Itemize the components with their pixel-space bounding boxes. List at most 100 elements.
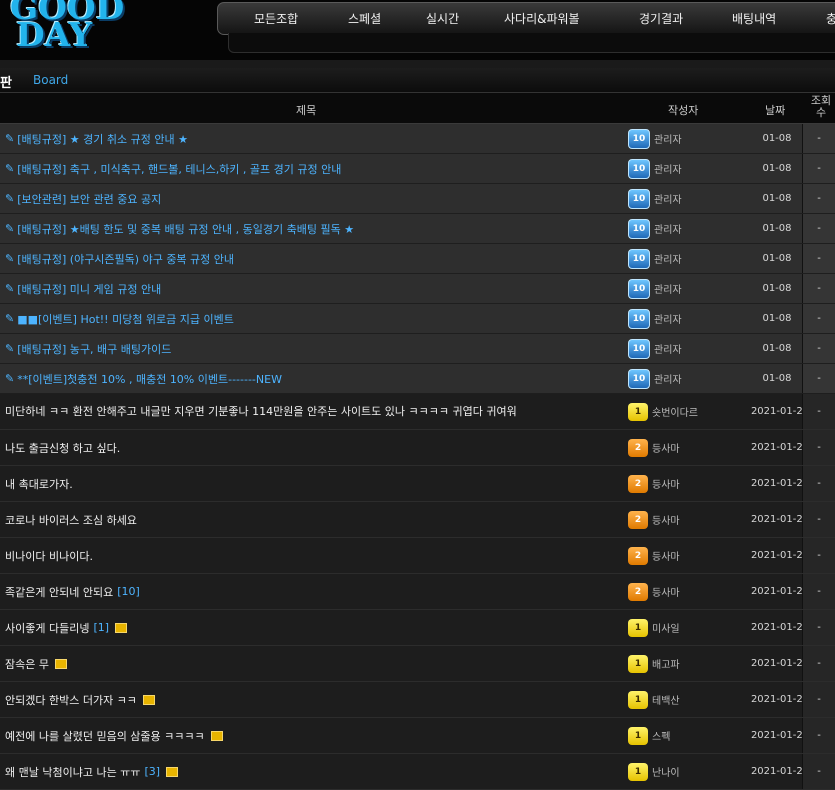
post-title-link[interactable]: ✎ [보안관련] 보안 관련 중요 공지 [5,184,615,213]
post-title-link[interactable]: ✎ [배팅규정] 축구 , 미식축구, 핸드볼, 테니스,하키 , 골프 경기 규… [5,154,615,183]
post-title-link[interactable]: 족같은게 안되네 안되요 [10] [5,574,615,609]
post-author[interactable]: 2 등사마 [628,502,680,537]
post-author[interactable]: 10 관리자 [628,184,682,213]
post-views: - [803,124,835,153]
post-author[interactable]: 1 숏번이다르 [628,394,698,429]
post-author[interactable]: 10 관리자 [628,214,682,243]
post-title-link[interactable]: 내 촉대로가자. [5,466,615,501]
site-logo[interactable]: GOOD DAY [10,0,138,51]
pencil-icon: ✎ [5,162,15,175]
post-title: [보안관련] 보안 관련 중요 공지 [17,192,162,206]
post-title-link[interactable]: 잠속은 무 [5,646,615,681]
post-author[interactable]: 10 관리자 [628,304,682,333]
post-views: - [803,304,835,333]
nav-item-charge[interactable]: 충 [826,10,835,27]
post-row: 코로나 바이러스 조심 하세요 2 등사마 2021-01-23- [0,502,835,538]
post-row: 미단하네 ㅋㅋ 환전 안해주고 내글만 지우면 기분좋나 114만원을 안주는 … [0,394,835,430]
nav-item-bet-history[interactable]: 배팅내역 [732,10,776,27]
post-views: - [803,682,835,717]
col-views: 조회 수 [810,94,832,119]
level-badge-icon: 2 [628,510,648,529]
post-title: **[이벤트]첫충전 10% , 매충전 10% 이벤트-------NEW [17,372,282,386]
board-list: ✎ [배팅규정] ★ 경기 취소 규정 안내 ★ 10 관리자 01-08- ✎ [배팅규정… [0,124,835,790]
post-row: 나도 출금신청 하고 싶다. 2 등사마 2021-01-23- [0,430,835,466]
post-date: 01-08 [762,253,792,264]
nav-item-ladder-powerball[interactable]: 사다리&파워볼 [504,10,580,27]
header-divider [0,60,835,68]
author-name: 등사마 [652,480,680,491]
post-title-link[interactable]: 비나이다 비나이다. [5,538,615,573]
post-author[interactable]: 1 배고파 [628,646,680,681]
level-badge-icon: 10 [628,128,650,149]
post-title-link[interactable]: 미단하네 ㅋㅋ 환전 안해주고 내글만 지우면 기분좋나 114만원을 안주는 … [5,394,615,429]
post-author[interactable]: 2 등사마 [628,538,680,573]
post-title-link[interactable]: ✎ ■■[이벤트] Hot!! 미당첨 위로금 지급 이벤트 [5,304,615,333]
post-author[interactable]: 10 관리자 [628,334,682,363]
post-views: - [803,184,835,213]
post-date: 01-08 [762,163,792,174]
post-date: 01-08 [762,313,792,324]
post-views: - [803,364,835,393]
nav-item-results[interactable]: 경기결과 [639,10,683,27]
post-date: 01-08 [762,283,792,294]
author-name: 등사마 [652,444,680,455]
author-name: 관리자 [654,255,682,266]
post-author[interactable]: 10 관리자 [628,124,682,153]
post-author[interactable]: 1 스펙 [628,718,670,753]
nav-item-all-combo[interactable]: 모든조합 [254,10,298,27]
post-title-link[interactable]: ✎ [배팅규정] ★배팅 한도 및 중복 배팅 규정 안내 , 동일경기 축배팅 … [5,214,615,243]
level-badge-icon: 10 [628,278,650,299]
author-name: 숏번이다르 [652,408,698,419]
nav-item-live[interactable]: 실시간 [426,10,459,27]
notice-row: ✎ [배팅규정] 미니 게임 규정 안내 10 관리자 01-08- [0,274,835,304]
post-row: 안되겠다 한박스 더가자 ㅋㅋ 1 테백산 2021-01-23- [0,682,835,718]
post-views: - [803,718,835,753]
post-author[interactable]: 10 관리자 [628,244,682,273]
author-name: 스펙 [652,732,671,743]
post-title-link[interactable]: ✎ [배팅규정] 농구, 배구 배팅가이드 [5,334,615,363]
post-title-link[interactable]: ✎ [배팅규정] ★ 경기 취소 규정 안내 ★ [5,124,615,153]
post-title-link[interactable]: ✎ [배팅규정] 미니 게임 규정 안내 [5,274,615,303]
pencil-icon: ✎ [5,222,15,235]
level-badge-icon: 1 [628,690,648,709]
author-name: 관리자 [654,165,682,176]
post-date: 2021-01-23 [750,514,810,525]
post-title-link[interactable]: ✎ [배팅규정] (야구시즌필독) 야구 중복 규정 안내 [5,244,615,273]
post-author[interactable]: 10 관리자 [628,364,682,393]
new-post-icon [142,694,155,705]
post-date: 01-08 [762,343,792,354]
post-author[interactable]: 2 등사마 [628,466,680,501]
col-author: 작성자 [668,104,699,117]
post-author[interactable]: 1 테백산 [628,682,680,717]
post-title-link[interactable]: 코로나 바이러스 조심 하세요 [5,502,615,537]
post-title-link[interactable]: 사이좋게 다들리넹 [1] [5,610,615,645]
nav-item-special[interactable]: 스페셜 [348,10,381,27]
post-date: 01-08 [762,223,792,234]
col-title: 제목 [296,104,317,117]
post-title-link[interactable]: ✎ **[이벤트]첫충전 10% , 매충전 10% 이벤트-------NEW [5,364,615,393]
breadcrumb-board[interactable]: Board [33,73,68,87]
post-title-link[interactable]: 안되겠다 한박스 더가자 ㅋㅋ [5,682,615,717]
post-views: - [803,610,835,645]
notice-row: ✎ ■■[이벤트] Hot!! 미당첨 위로금 지급 이벤트 10 관리자 01-08- [0,304,835,334]
author-name: 관리자 [654,345,682,356]
col-date: 날짜 [765,104,786,117]
pencil-icon: ✎ [5,312,15,325]
post-views: - [803,574,835,609]
post-author[interactable]: 2 등사마 [628,430,680,465]
post-views: - [803,334,835,363]
post-title: [배팅규정] ★ 경기 취소 규정 안내 ★ [17,132,188,146]
author-name: 등사마 [652,588,680,599]
post-row: 잠속은 무 1 배고파 2021-01-23- [0,646,835,682]
post-views: - [803,466,835,501]
site-header: GOOD DAY 모든조합 스페셜 실시간 사다리&파워볼 경기결과 배팅내역 … [0,0,835,68]
post-author[interactable]: 1 미사일 [628,610,680,645]
level-badge-icon: 2 [628,546,648,565]
notice-row: ✎ [배팅규정] ★ 경기 취소 규정 안내 ★ 10 관리자 01-08- [0,124,835,154]
post-title-link[interactable]: 예전에 나를 살렸던 믿음의 삼줄용 ㅋㅋㅋㅋ [5,718,615,753]
post-author[interactable]: 2 등사마 [628,574,680,609]
post-author[interactable]: 10 관리자 [628,274,682,303]
post-views: - [803,154,835,183]
post-author[interactable]: 10 관리자 [628,154,682,183]
post-title-link[interactable]: 나도 출금신청 하고 싶다. [5,430,615,465]
